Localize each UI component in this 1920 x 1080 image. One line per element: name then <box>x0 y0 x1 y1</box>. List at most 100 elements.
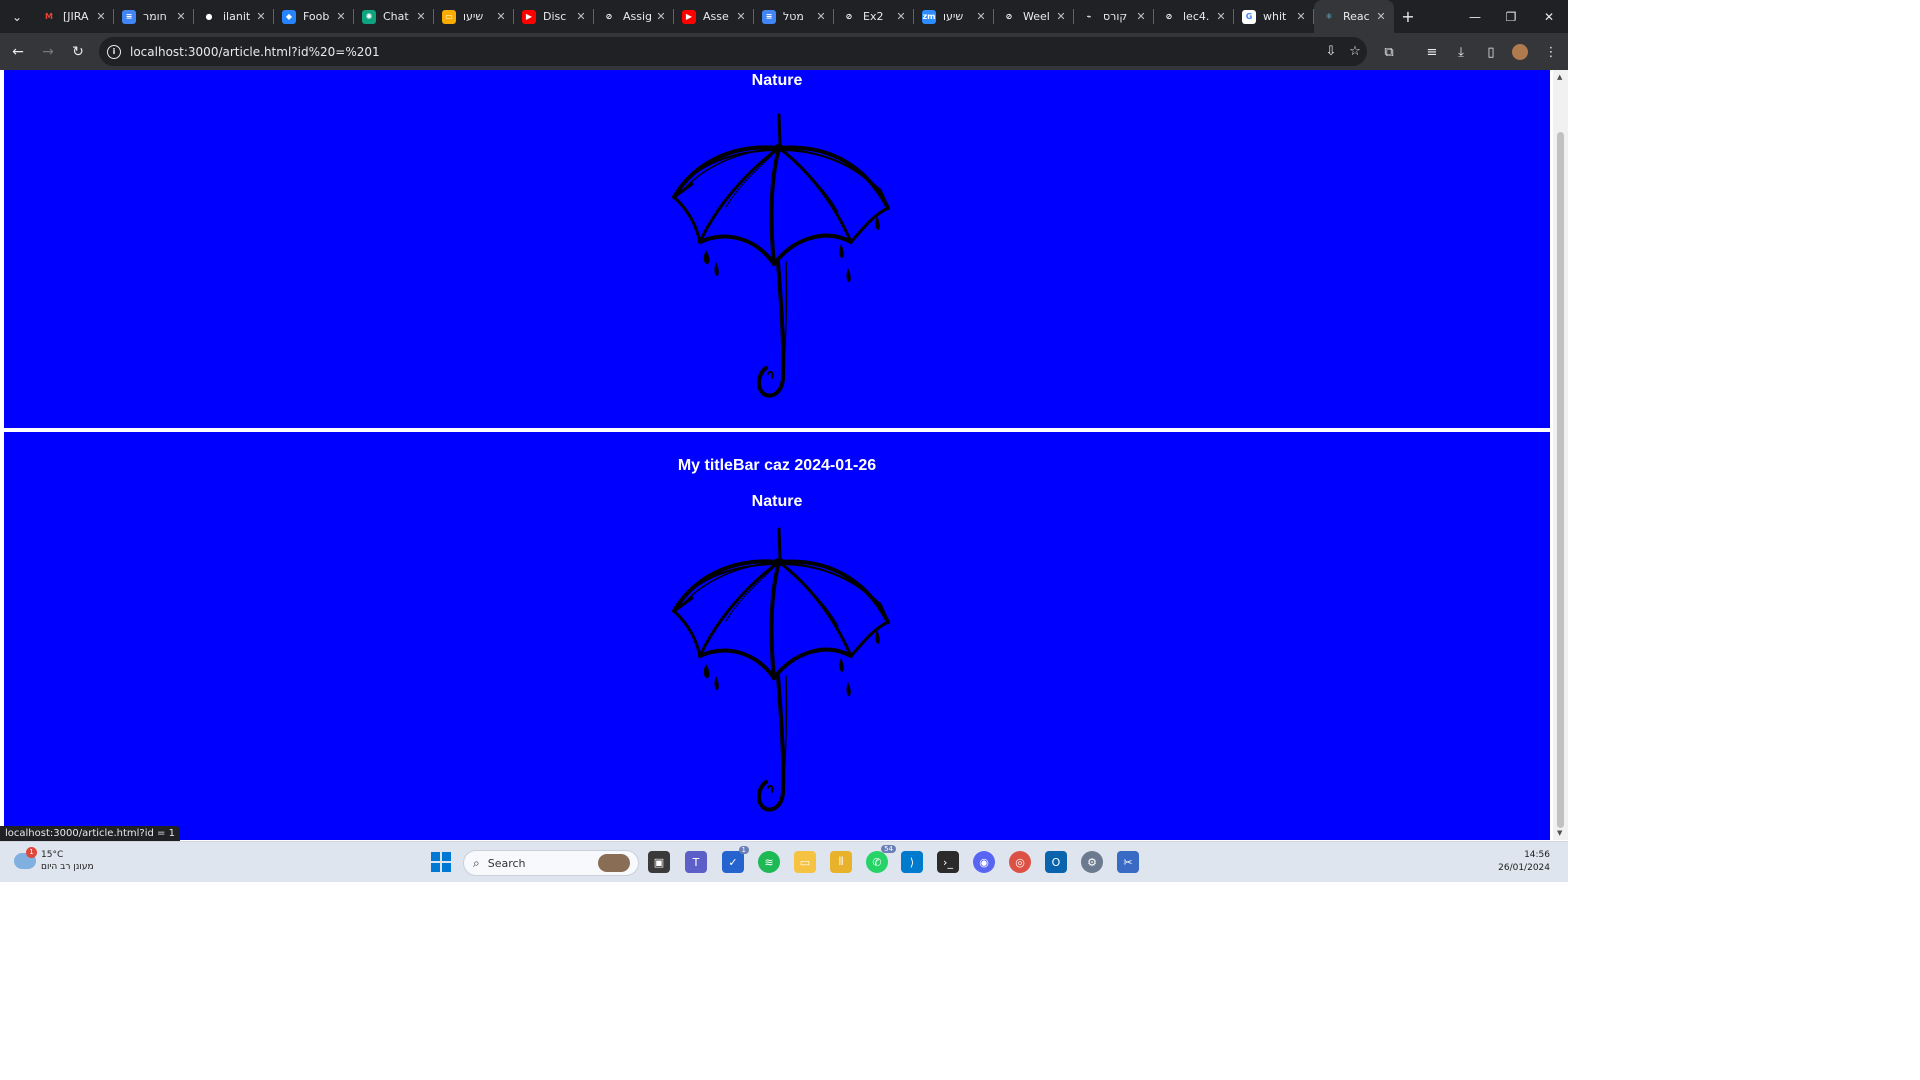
address-bar[interactable]: i localhost:3000/article.html?id%20=%201… <box>99 37 1367 66</box>
tab-title: קורס <box>1103 10 1128 23</box>
browser-tab[interactable]: ▶ Asse ✕ <box>674 0 754 33</box>
tab-close-icon[interactable]: ✕ <box>894 10 908 23</box>
taskbar-search-box[interactable]: ⌕ Search <box>463 850 639 876</box>
scrollbar-thumb[interactable] <box>1557 132 1564 828</box>
minimize-icon[interactable]: — <box>1456 0 1494 33</box>
task-view-icon[interactable]: ▣ <box>648 851 670 873</box>
tab-favicon-icon: ▶ <box>682 9 696 24</box>
article-subtitle: Nature <box>751 493 803 510</box>
tab-close-icon[interactable]: ✕ <box>94 10 108 23</box>
tab-favicon-icon: ⊘ <box>1162 9 1176 24</box>
tab-title: Disc <box>543 10 567 23</box>
tab-title: חומר <box>143 10 167 23</box>
profile-avatar-icon[interactable] <box>1509 41 1531 63</box>
tab-close-icon[interactable]: ✕ <box>1054 10 1068 23</box>
discord-icon[interactable]: ◉ <box>973 851 995 873</box>
browser-tab[interactable]: ◆ Foob ✕ <box>274 0 354 33</box>
cloud-icon: 1 <box>14 847 37 869</box>
browser-tab[interactable]: M [JIRA ✕ <box>34 0 114 33</box>
browser-tab[interactable]: ▶ Disc ✕ <box>514 0 594 33</box>
whatsapp-icon[interactable]: ✆ 54 <box>866 845 896 873</box>
tab-close-icon[interactable]: ✕ <box>1134 10 1148 23</box>
terminal-icon[interactable]: ›_ <box>937 851 959 873</box>
browser-tab[interactable]: ✺ Chat ✕ <box>354 0 434 33</box>
downloads-icon[interactable]: ⤓ <box>1450 41 1472 63</box>
article-card: Nature <box>4 70 1550 428</box>
weather-description: מעונן רב היום <box>41 862 94 872</box>
settings-gear-icon[interactable]: ⚙ <box>1081 851 1103 873</box>
browser-tab[interactable]: ● ilanit ✕ <box>194 0 274 33</box>
todo-icon[interactable]: ✓ 1 <box>722 846 749 873</box>
browser-tab[interactable]: zm שיעו ✕ <box>914 0 994 33</box>
url-text[interactable]: localhost:3000/article.html?id%20=%201 <box>130 45 1319 59</box>
browser-tab[interactable]: Gwhit ✕ <box>1234 0 1314 33</box>
tab-favicon-icon: zm <box>922 9 936 24</box>
browser-tab[interactable]: ⊘ Ex2 ✕ <box>834 0 914 33</box>
tab-favicon-icon: G <box>1242 9 1256 24</box>
browser-tab[interactable]: ≡ חומר ✕ <box>114 0 194 33</box>
article-title: My titleBar caz 2024-01-26 <box>677 457 877 474</box>
browser-tab[interactable]: ≡ מטל ✕ <box>754 0 834 33</box>
tab-favicon-icon: ▶ <box>522 9 536 24</box>
article-subtitle: Nature <box>751 72 803 89</box>
browser-tab[interactable]: ⚛ Reac ✕ <box>1314 0 1394 33</box>
chrome-icon[interactable]: ◎ <box>1009 851 1031 873</box>
browser-tab[interactable]: ⊘ Weel ✕ <box>994 0 1074 33</box>
tab-close-icon[interactable]: ✕ <box>734 10 748 23</box>
restore-icon[interactable]: ❐ <box>1492 0 1530 33</box>
tab-favicon-icon: ⊘ <box>842 9 856 24</box>
outlook-icon[interactable]: O <box>1045 851 1067 873</box>
back-arrow-icon[interactable]: ← <box>4 38 32 66</box>
tab-close-icon[interactable]: ✕ <box>174 10 188 23</box>
site-info-icon[interactable]: i <box>107 44 121 59</box>
browser-tab[interactable]: ⌁ קורס ✕ <box>1074 0 1154 33</box>
tab-close-icon[interactable]: ✕ <box>494 10 508 23</box>
tab-close-icon[interactable]: ✕ <box>334 10 348 23</box>
tab-title: whit <box>1263 10 1287 23</box>
tab-strip: ⌄ M [JIRA ✕ ≡ חומר ✕ ● ilanit ✕ ◆ Foob ✕ ✺ Chat ✕ ▭ שיעו… <box>0 0 1568 33</box>
tab-title: Foob <box>303 10 330 23</box>
scroll-down-arrow-icon[interactable]: ▼ <box>1557 829 1562 837</box>
vscode-icon[interactable]: ⟩ <box>901 851 923 873</box>
tab-title: Assig <box>623 10 653 23</box>
media-control-icon[interactable]: ≡ <box>1421 41 1443 63</box>
weather-temp: 15°C <box>41 850 64 860</box>
tab-close-icon[interactable]: ✕ <box>1374 10 1388 23</box>
install-app-icon[interactable]: ⇩ <box>1319 44 1343 59</box>
tab-close-icon[interactable]: ✕ <box>814 10 828 23</box>
vertical-scrollbar[interactable]: ▲ ▼ <box>1553 70 1568 840</box>
system-clock[interactable]: 14:56 26/01/2024 <box>1498 849 1550 875</box>
file-explorer-icon[interactable]: ▭ <box>794 851 816 873</box>
weather-widget[interactable]: 1 15°C מעונן רב היום <box>14 847 94 873</box>
browser-tab[interactable]: ⊘ lec4. ✕ <box>1154 0 1234 33</box>
tab-close-icon[interactable]: ✕ <box>414 10 428 23</box>
tab-favicon-icon: ≡ <box>762 9 776 24</box>
tab-favicon-icon: ◆ <box>282 9 296 24</box>
tab-title: מטל <box>783 10 804 23</box>
reload-icon[interactable]: ↻ <box>64 38 92 66</box>
tab-close-icon[interactable]: ✕ <box>974 10 988 23</box>
browser-tab[interactable]: ⊘ Assig ✕ <box>594 0 674 33</box>
new-tab-plus-icon[interactable]: + <box>1394 7 1422 26</box>
tab-search-chevron-icon[interactable]: ⌄ <box>6 6 28 28</box>
tab-close-icon[interactable]: ✕ <box>574 10 588 23</box>
fork-app-icon[interactable]: ⫴ <box>830 851 852 873</box>
scroll-up-arrow-icon[interactable]: ▲ <box>1557 73 1562 81</box>
spotify-icon[interactable]: ≋ <box>758 851 780 873</box>
browser-tab[interactable]: ▭ שיעו ✕ <box>434 0 514 33</box>
extensions-icon[interactable]: ⧉ <box>1378 41 1400 63</box>
tab-favicon-icon: ⊘ <box>1002 9 1016 24</box>
teams-icon[interactable]: T <box>685 851 707 873</box>
close-window-icon[interactable]: ✕ <box>1530 0 1568 33</box>
forward-arrow-icon[interactable]: → <box>34 38 62 66</box>
tab-close-icon[interactable]: ✕ <box>654 10 668 23</box>
side-panel-icon[interactable]: ▯ <box>1480 41 1502 63</box>
tab-favicon-icon: ⊘ <box>602 9 616 24</box>
tab-close-icon[interactable]: ✕ <box>1294 10 1308 23</box>
bookmark-star-icon[interactable]: ☆ <box>1343 44 1367 59</box>
tab-close-icon[interactable]: ✕ <box>1214 10 1228 23</box>
tab-close-icon[interactable]: ✕ <box>254 10 268 23</box>
menu-kebab-icon[interactable]: ⋮ <box>1540 41 1562 63</box>
windows-start-icon[interactable] <box>430 851 452 873</box>
snipping-tool-icon[interactable]: ✂ <box>1117 851 1139 873</box>
